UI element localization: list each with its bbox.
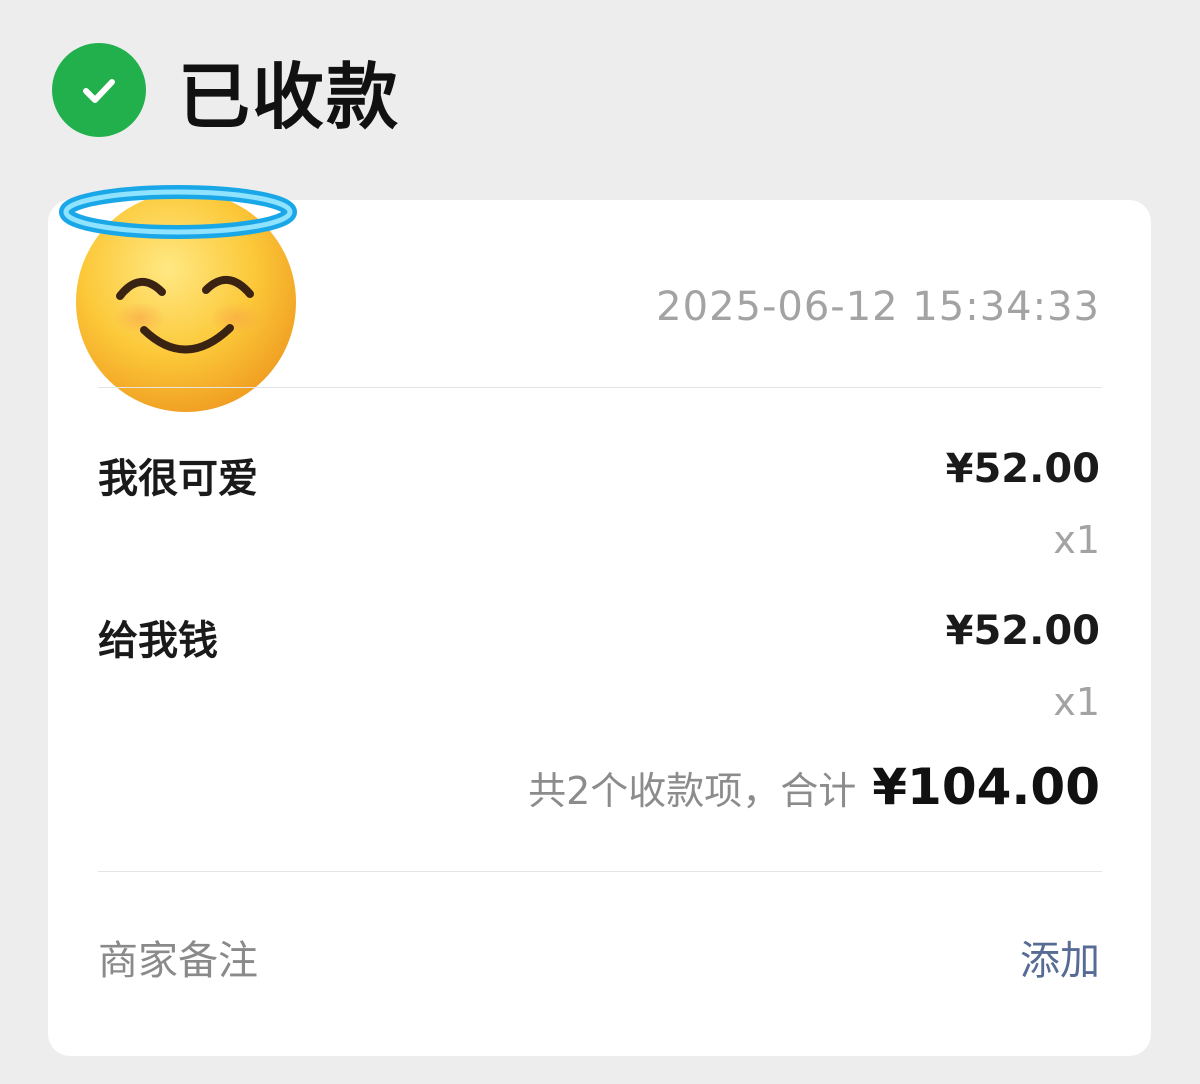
summary-label: 共2个收款项，合计 xyxy=(528,769,857,813)
item-qty-2: x1 xyxy=(1053,680,1100,724)
status-title: 已收款 xyxy=(178,54,401,139)
status-header: 已收款 xyxy=(52,40,400,140)
check-circle-icon xyxy=(52,43,146,137)
merchant-remark-label: 商家备注 xyxy=(98,938,258,984)
header-divider xyxy=(98,387,1102,388)
item-price-2: ¥52.00 xyxy=(945,608,1100,654)
summary-total: ¥104.00 xyxy=(872,758,1100,816)
add-remark-button[interactable]: 添加 xyxy=(1020,928,1100,986)
item-name-2: 给我钱 xyxy=(98,618,218,664)
summary-divider xyxy=(98,871,1102,872)
smiling-face-with-halo-icon xyxy=(59,185,297,412)
item-qty-1: x1 xyxy=(1053,518,1100,562)
receipt-datetime: 2025-06-12 15:34:33 xyxy=(656,284,1100,330)
item-price-1: ¥52.00 xyxy=(945,446,1100,492)
receipt-summary: 共2个收款项，合计 ¥104.00 xyxy=(528,758,1100,816)
item-name-1: 我很可爱 xyxy=(98,456,258,502)
